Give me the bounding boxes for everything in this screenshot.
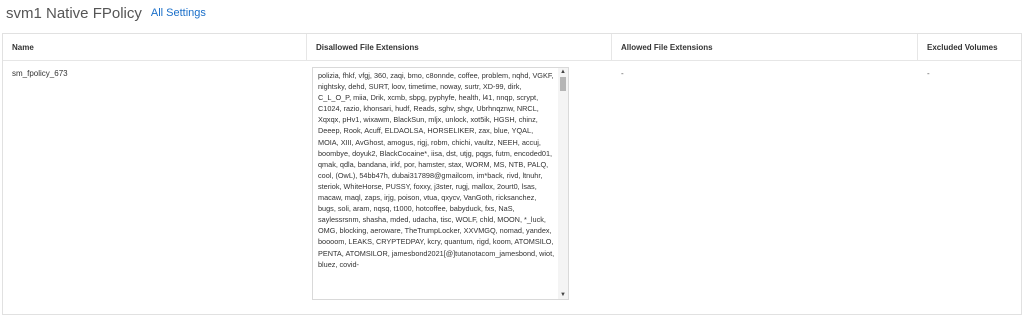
vertical-scrollbar[interactable]: ▲ ▼ bbox=[558, 68, 568, 299]
disallowed-extensions-cell: polizia, fhkf, vfgj, 360, zaqi, bmo, c8o… bbox=[307, 61, 612, 314]
all-settings-link[interactable]: All Settings bbox=[151, 7, 206, 19]
column-header-excluded-volumes[interactable]: Excluded Volumes bbox=[918, 34, 1021, 60]
page-header: svm1 Native FPolicy All Settings bbox=[0, 0, 1024, 26]
policy-name-cell: sm_fpolicy_673 bbox=[3, 61, 307, 314]
disallowed-extensions-text: polizia, fhkf, vfgj, 360, zaqi, bmo, c8o… bbox=[318, 71, 555, 269]
disallowed-extensions-textarea[interactable]: polizia, fhkf, vfgj, 360, zaqi, bmo, c8o… bbox=[312, 67, 569, 300]
column-header-name[interactable]: Name bbox=[3, 34, 307, 60]
column-header-disallowed-extensions[interactable]: Disallowed File Extensions bbox=[307, 34, 612, 60]
fpolicy-table: Name Disallowed File Extensions Allowed … bbox=[2, 33, 1022, 315]
table-row: sm_fpolicy_673 polizia, fhkf, vfgj, 360,… bbox=[3, 61, 1021, 314]
excluded-volumes-value: - bbox=[927, 69, 930, 78]
page-title: svm1 Native FPolicy bbox=[6, 4, 142, 22]
scrollbar-thumb[interactable] bbox=[560, 77, 566, 91]
table-header: Name Disallowed File Extensions Allowed … bbox=[3, 34, 1021, 61]
scroll-down-arrow-icon[interactable]: ▼ bbox=[558, 291, 568, 299]
excluded-volumes-cell: - bbox=[918, 61, 1021, 314]
column-header-allowed-extensions[interactable]: Allowed File Extensions bbox=[612, 34, 918, 60]
policy-name: sm_fpolicy_673 bbox=[12, 69, 68, 78]
scroll-up-arrow-icon[interactable]: ▲ bbox=[558, 68, 568, 76]
allowed-extensions-cell: - bbox=[612, 61, 918, 314]
allowed-extensions-value: - bbox=[621, 69, 624, 78]
